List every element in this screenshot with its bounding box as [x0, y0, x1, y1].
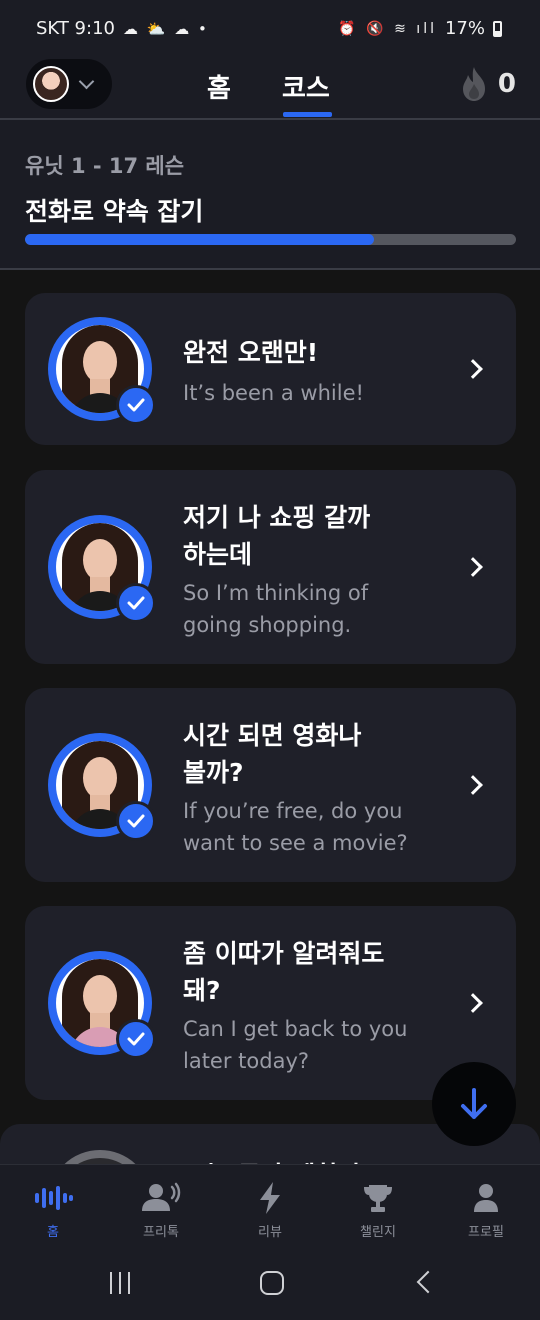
- recent-apps-icon[interactable]: [110, 1272, 134, 1294]
- back-icon[interactable]: [416, 1270, 440, 1294]
- flame-icon: [462, 67, 485, 101]
- nav-review-label: 리뷰: [258, 1225, 282, 1240]
- unit-subtitle: 유닛 1 - 17 레슨: [25, 154, 185, 178]
- lesson-title: 저기 나 쇼핑 갈까 하는데: [183, 503, 371, 569]
- scroll-down-button[interactable]: [432, 1062, 516, 1146]
- nav-challenge[interactable]: 챌린지: [333, 1181, 423, 1240]
- arrow-down-icon: [461, 1088, 487, 1119]
- lesson-card[interactable]: 좀 이따가 알려줘도 돼? Can I get back to you late…: [25, 906, 516, 1100]
- system-status-icons: ⏰ 🔇 ≋ ıll: [338, 20, 437, 37]
- weather-icons: ☁ ⛅ ☁ •: [122, 19, 209, 38]
- nav-freetalk-label: 프리톡: [143, 1225, 179, 1240]
- bottom-nav: 홈 프리톡 리뷰 챌린지 프로필: [0, 1164, 540, 1254]
- lesson-title: 완전 오랜만!: [183, 338, 319, 367]
- lesson-card[interactable]: 시간 되면 영화나 볼까? If you’re free, do you wan…: [25, 688, 516, 882]
- lesson-card[interactable]: 저기 나 쇼핑 갈까 하는데 So I’m thinking of going …: [25, 470, 516, 664]
- tab-home[interactable]: 홈: [207, 68, 231, 105]
- avatar: [33, 66, 69, 102]
- lesson-avatar: [48, 515, 156, 623]
- lesson-avatar: [48, 951, 156, 1059]
- unit-progress-bar: [25, 234, 516, 245]
- lesson-subtitle: If you’re free, do you want to see a mov…: [183, 799, 408, 855]
- completed-check-icon: [116, 583, 156, 623]
- lesson-avatar: [48, 317, 156, 425]
- streak-count: 0: [497, 69, 516, 99]
- status-left: SKT 9:10 ☁ ⛅ ☁ •: [36, 18, 209, 39]
- nav-challenge-label: 챌린지: [360, 1225, 396, 1240]
- battery-icon: [493, 20, 502, 37]
- system-nav-bar: [0, 1254, 540, 1320]
- nav-review[interactable]: 리뷰: [225, 1181, 315, 1240]
- voice-wave-icon: [35, 1186, 73, 1210]
- lesson-title: 시간 되면 영화나 볼까?: [183, 721, 362, 787]
- lightning-icon: [260, 1182, 280, 1214]
- unit-title: 전화로 약속 잡기: [25, 197, 204, 226]
- unit-header: 유닛 1 - 17 레슨 전화로 약속 잡기: [0, 120, 540, 268]
- completed-check-icon: [116, 801, 156, 841]
- speaking-person-icon: [142, 1182, 181, 1211]
- chevron-down-icon: [78, 73, 95, 89]
- home-button-icon[interactable]: [260, 1271, 284, 1295]
- carrier-time: SKT 9:10: [36, 18, 115, 39]
- status-right: ⏰ 🔇 ≋ ıll 17%: [338, 18, 502, 39]
- lesson-subtitle: So I’m thinking of going shopping.: [183, 581, 369, 637]
- lesson-title: 좀 이따가 알려줘도 돼?: [183, 939, 385, 1005]
- top-header: 홈 코스 0: [0, 56, 540, 118]
- nav-profile-label: 프로필: [468, 1225, 504, 1240]
- chevron-right-icon: [463, 775, 483, 795]
- unit-divider: [0, 268, 540, 270]
- nav-home-label: 홈: [47, 1225, 59, 1240]
- nav-home[interactable]: 홈: [8, 1181, 98, 1240]
- chevron-right-icon: [463, 557, 483, 577]
- completed-check-icon: [116, 385, 156, 425]
- streak-counter[interactable]: 0: [460, 66, 516, 102]
- account-switcher[interactable]: [26, 59, 112, 109]
- lesson-subtitle: Can I get back to you later today?: [183, 1017, 408, 1073]
- trophy-icon: [364, 1185, 392, 1212]
- active-tab-indicator: [283, 112, 332, 117]
- lesson-card[interactable]: 완전 오랜만! It’s been a while!: [25, 293, 516, 445]
- status-bar: SKT 9:10 ☁ ⛅ ☁ • ⏰ 🔇 ≋ ıll 17%: [0, 0, 540, 56]
- battery-percent: 17%: [444, 18, 485, 39]
- completed-check-icon: [116, 1019, 156, 1059]
- lesson-subtitle: It’s been a while!: [183, 381, 364, 405]
- nav-freetalk[interactable]: 프리톡: [116, 1181, 206, 1240]
- chevron-right-icon: [463, 359, 483, 379]
- chevron-right-icon: [463, 993, 483, 1013]
- unit-progress-fill: [25, 234, 374, 245]
- lesson-avatar: [48, 733, 156, 841]
- person-icon: [474, 1184, 498, 1212]
- nav-profile[interactable]: 프로필: [441, 1181, 531, 1240]
- tab-course[interactable]: 코스: [282, 68, 330, 105]
